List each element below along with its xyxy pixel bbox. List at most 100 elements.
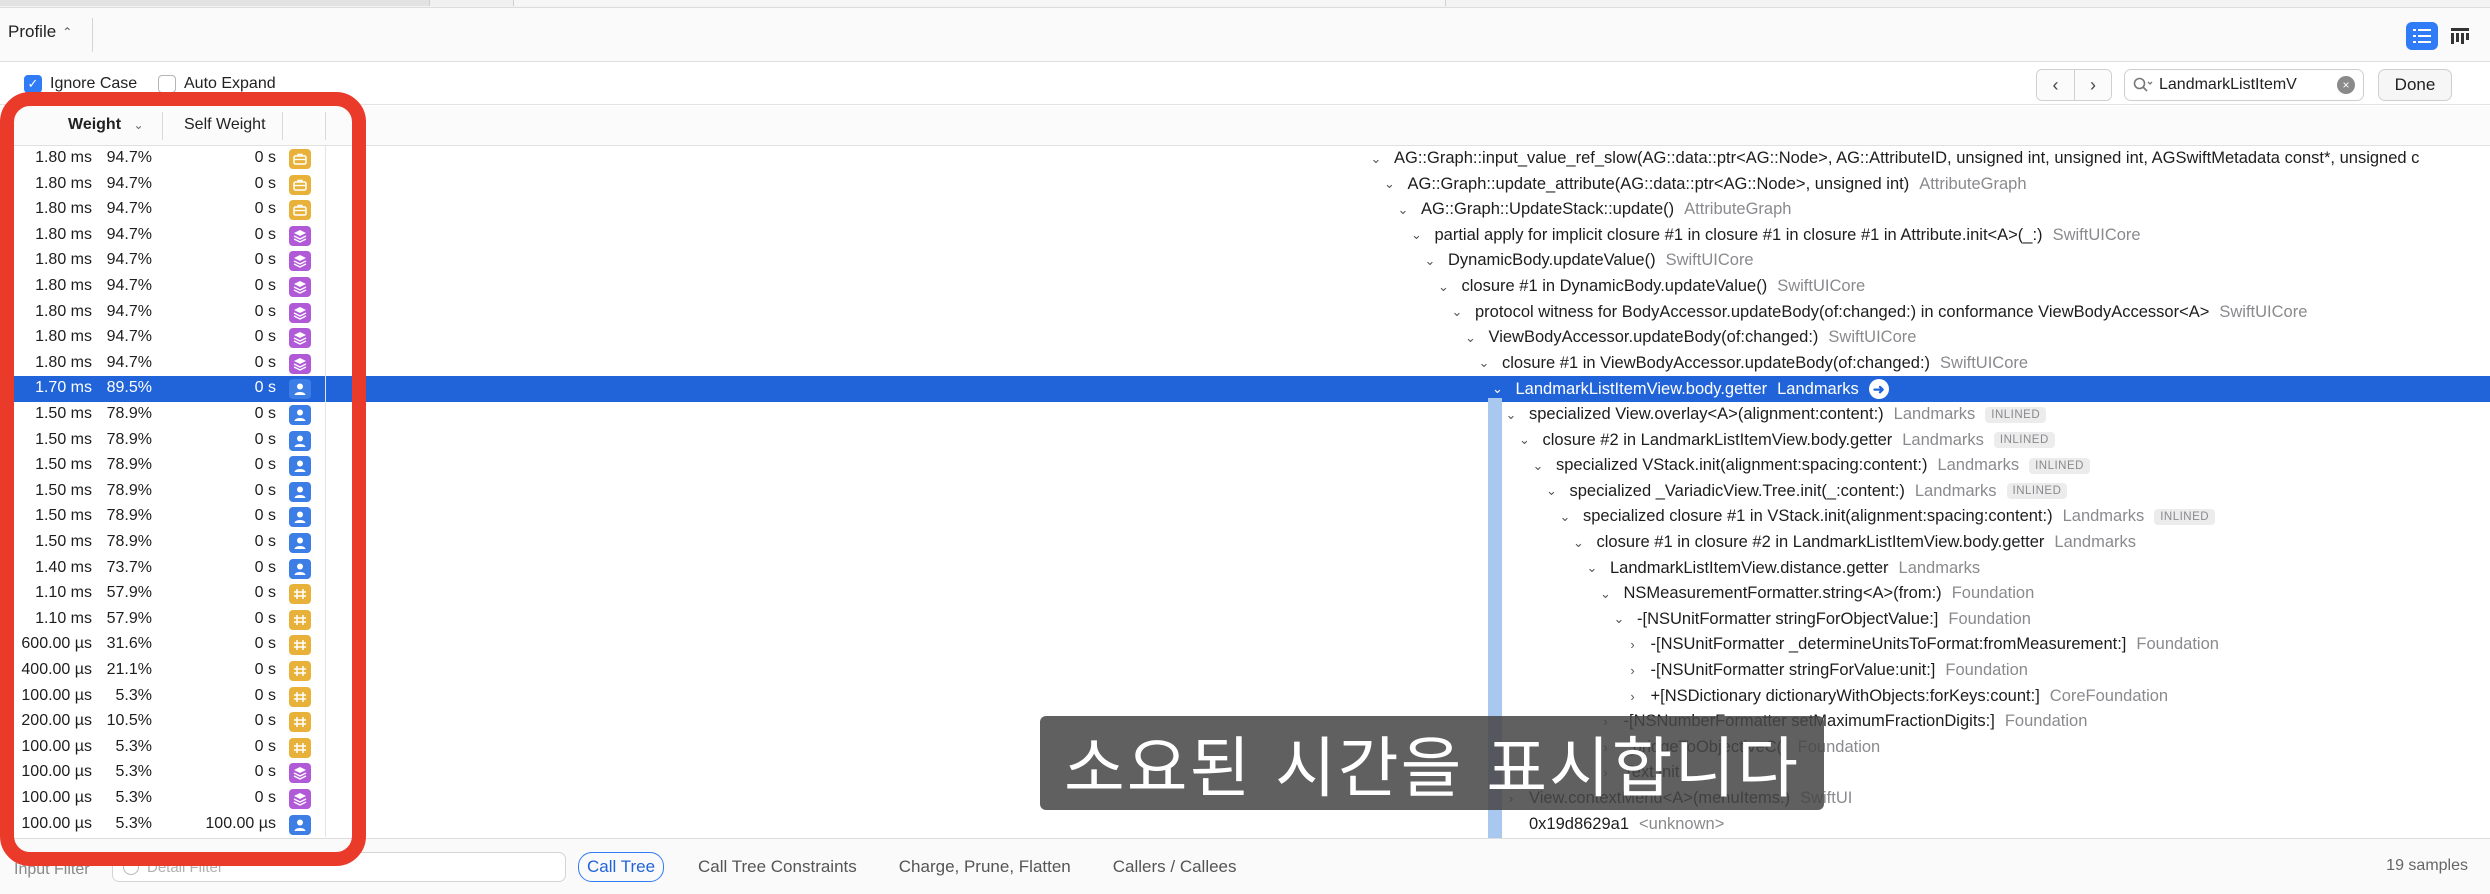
ignore-case-checkbox[interactable]: ✓ Ignore Case (24, 75, 137, 93)
call-tree-node[interactable]: ⌄ LandmarkListItemView.distance.getter Lan… (1586, 559, 1981, 578)
call-tree-node[interactable]: ⌄ closure #1 in ViewBodyAccessor.updateBo… (1478, 353, 2029, 373)
disclosure-down-icon[interactable]: ⌄ (1397, 202, 1409, 218)
chevron-right-icon: › (2090, 74, 2096, 95)
call-tree-node[interactable]: 0x19d8629a1 <unknown> (1505, 815, 1724, 834)
search-field[interactable]: LandmarkListItemV × (2124, 69, 2364, 101)
library-name: <unknown> (1639, 814, 1725, 833)
call-tree-node[interactable]: › -[NSUnitFormatter stringForValue:unit:]… (1627, 661, 2028, 680)
table-row[interactable]: 1.80 ms 94.7% 0 s ⌄ ViewBodyAccessor.updateB… (0, 325, 2490, 351)
call-tree-node[interactable]: ⌄ DynamicBody.updateValue() SwiftUICore (1424, 251, 1754, 270)
list-view-button[interactable] (2406, 22, 2438, 50)
table-row[interactable]: 1.50 ms 78.9% 0 s ⌄ specialized VStack.init(… (0, 453, 2490, 479)
library-name: AttributeGraph (1684, 200, 1792, 219)
table-row[interactable]: 1.80 ms 94.7% 0 s ⌄ AG::Graph::UpdateStack::… (0, 197, 2490, 223)
disclosure-down-icon[interactable]: ⌄ (1559, 509, 1571, 525)
table-row[interactable]: 600.00 µs 31.6% 0 s › -[NSUnitFormatter _det… (0, 632, 2490, 658)
disclosure-down-icon[interactable]: ⌄ (1600, 586, 1612, 602)
table-row[interactable]: 1.80 ms 94.7% 0 s ⌄ DynamicBody.updateValue(… (0, 248, 2490, 274)
call-tree-node[interactable]: ⌄ protocol witness for BodyAccessor.updat… (1451, 303, 2308, 322)
clear-search-icon[interactable]: × (2337, 76, 2355, 94)
bottom-bar: Input Filter Detail Filter Call Tree Call… (0, 838, 2490, 894)
call-tree-node[interactable]: ⌄ specialized _VariadicView.Tree.init(_:c… (1546, 482, 2068, 501)
symbol-name: DynamicBody.updateValue() (1448, 251, 1656, 270)
disclosure-down-icon[interactable]: ⌄ (1546, 483, 1558, 499)
done-button[interactable]: Done (2378, 69, 2452, 101)
disclosure-down-icon[interactable]: ⌄ (1586, 560, 1598, 576)
call-tree-node[interactable]: ⌄ AG::Graph::input_value_ref_slow(AG::dat… (1370, 149, 2420, 168)
table-row[interactable]: 1.70 ms 89.5% 0 s ⌄ LandmarkListItemView.bod… (0, 376, 2490, 402)
auto-expand-checkbox[interactable]: Auto Expand (158, 75, 276, 93)
flame-graph-icon (2451, 28, 2469, 44)
call-tree-node[interactable]: ⌄ NSMeasurementFormatter.string<A>(from:)… (1600, 584, 2034, 603)
call-tree-node[interactable]: ⌄ specialized closure #1 in VStack.init(a… (1559, 507, 2216, 526)
table-row[interactable]: 1.40 ms 73.7% 0 s ⌄ LandmarkListItemView.dis… (0, 555, 2490, 582)
table-row[interactable]: 1.80 ms 94.7% 0 s ⌄ AG::Graph::update_attrib… (0, 171, 2490, 198)
symbol-name: closure #1 in DynamicBody.updateValue() (1461, 277, 1768, 295)
table-row[interactable]: 1.80 ms 94.7% 0 s ⌄ closure #1 in DynamicBod… (0, 274, 2490, 300)
previous-match-button[interactable]: ‹ (2037, 70, 2074, 100)
disclosure-right-icon[interactable]: › (1627, 637, 1639, 652)
library-name: CoreFoundation (2049, 686, 2169, 705)
disclosure-down-icon[interactable]: ⌄ (1613, 611, 1625, 627)
disclosure-down-icon[interactable]: ⌄ (1411, 227, 1423, 243)
call-tree-node[interactable]: ⌄ -[NSUnitFormatter stringForObjectValue:… (1613, 610, 2031, 629)
table-row[interactable]: 1.50 ms 78.9% 0 s ⌄ closure #2 in LandmarkLi… (0, 427, 2490, 454)
table-row[interactable]: 1.80 ms 94.7% 0 s ⌄ AG::Graph::input_value_r… (0, 146, 2490, 172)
table-row[interactable]: 1.10 ms 57.9% 0 s ⌄ -[NSUnitFormatter string… (0, 606, 2490, 633)
disclosure-down-icon[interactable]: ⌄ (1370, 151, 1382, 167)
table-row[interactable]: 1.50 ms 78.9% 0 s ⌄ closure #1 in closure #2… (0, 530, 2490, 556)
call-tree-node[interactable]: ⌄ closure #1 in DynamicBody.updateValue()… (1438, 277, 1865, 296)
disclosure-down-icon[interactable]: ⌄ (1465, 330, 1477, 346)
disclosure-down-icon[interactable]: ⌄ (1438, 279, 1450, 295)
disclosure-down-icon[interactable]: ⌄ (1505, 407, 1517, 423)
call-tree-node[interactable]: › -[NSUnitFormatter _determineUnitsToForm… (1627, 635, 2219, 654)
call-tree-node[interactable]: ⌄ AG::Graph::update_attribute(AG::data::p… (1384, 175, 2026, 194)
table-row[interactable]: 1.10 ms 57.9% 0 s ⌄ NSMeasurementFormatter.s… (0, 581, 2490, 607)
next-match-button[interactable]: › (2074, 70, 2111, 100)
timeline-segment (430, 0, 514, 6)
call-tree-node[interactable]: ⌄ closure #1 in closure #2 in LandmarkLis… (1573, 533, 2136, 552)
search-input[interactable]: LandmarkListItemV (2159, 76, 2331, 94)
disclosure-down-icon[interactable]: ⌄ (1573, 535, 1585, 551)
table-row[interactable]: 1.80 ms 94.7% 0 s ⌄ partial apply for implic… (0, 222, 2490, 249)
symbol-name: 0x19d8629a1 (1529, 814, 1630, 833)
disclosure-down-icon[interactable]: ⌄ (1519, 432, 1531, 448)
table-row[interactable]: 1.80 ms 94.7% 0 s ⌄ closure #1 in ViewBodyAc… (0, 350, 2490, 377)
call-tree-node[interactable]: ⌄ specialized View.overlay<A>(alignment:c… (1505, 405, 2047, 424)
call-tree-node[interactable]: ⌄ LandmarkListItemView.body.getter Landmar… (1492, 379, 1889, 400)
table-row[interactable]: 1.80 ms 94.7% 0 s ⌄ protocol witness for Bod… (0, 299, 2490, 326)
tab-callers-callees[interactable]: Callers / Callees (1105, 853, 1245, 881)
tab-call-tree[interactable]: Call Tree (578, 852, 665, 882)
call-tree-node[interactable]: ⌄ AG::Graph::UpdateStack::update() Attribu… (1397, 200, 1792, 219)
call-tree-options-tabs: Call Tree Call Tree Constraints Charge, Pr… (578, 852, 1245, 882)
toolbar-divider (92, 18, 93, 52)
table-row[interactable]: 1.50 ms 78.9% 0 s ⌄ specialized _VariadicVie… (0, 478, 2490, 505)
table-row[interactable]: 400.00 µs 21.1% 0 s › -[NSUnitFormatter stri… (0, 658, 2490, 684)
call-tree-node[interactable]: ⌄ ViewBodyAccessor.updateBody(of:changed:… (1465, 328, 1916, 347)
table-row[interactable]: 1.50 ms 78.9% 0 s ⌄ specialized View.overlay… (0, 402, 2490, 428)
tab-charge-prune-flatten[interactable]: Charge, Prune, Flatten (891, 853, 1079, 881)
call-tree-node[interactable]: ⌄ specialized VStack.init(alignment:spaci… (1532, 456, 2090, 475)
disclosure-right-icon[interactable]: › (1627, 663, 1639, 678)
disclosure-down-icon[interactable]: ⌄ (1492, 381, 1504, 397)
disclosure-down-icon[interactable]: ⌄ (1424, 253, 1436, 269)
arrow-right-circle-icon[interactable]: ➜ (1868, 379, 1889, 400)
table-row[interactable]: 100.00 µs 5.3% 0 s › +[NSDictionary dictiona… (0, 683, 2490, 710)
call-tree-node[interactable]: › +[NSDictionary dictionaryWithObjects:fo… (1627, 686, 2169, 706)
symbol-name: AG::Graph::UpdateStack::update() (1421, 200, 1675, 219)
flame-graph-view-button[interactable] (2444, 22, 2476, 50)
profile-menu-button[interactable]: Profile ⌃ (8, 22, 72, 42)
library-name: SwiftUICore (1940, 353, 2029, 372)
symbol-name: -[NSUnitFormatter stringForObjectValue:] (1637, 609, 1939, 628)
table-row[interactable]: 100.00 µs 5.3% 100.00 µs 0x19d8629a1 <unknow… (0, 811, 2490, 838)
disclosure-down-icon[interactable]: ⌄ (1451, 304, 1463, 320)
table-row[interactable]: 1.50 ms 78.9% 0 s ⌄ specialized closure #1 i… (0, 504, 2490, 530)
timeline-segment (0, 0, 430, 6)
disclosure-down-icon[interactable]: ⌄ (1384, 176, 1396, 192)
disclosure-right-icon[interactable]: › (1627, 689, 1639, 704)
call-tree-node[interactable]: ⌄ closure #2 in LandmarkListItemView.body… (1519, 431, 2055, 450)
disclosure-down-icon[interactable]: ⌄ (1478, 355, 1490, 371)
call-tree-node[interactable]: ⌄ partial apply for implicit closure #1 i… (1411, 226, 2141, 245)
tab-call-tree-constraints[interactable]: Call Tree Constraints (690, 853, 865, 881)
disclosure-down-icon[interactable]: ⌄ (1532, 458, 1544, 474)
